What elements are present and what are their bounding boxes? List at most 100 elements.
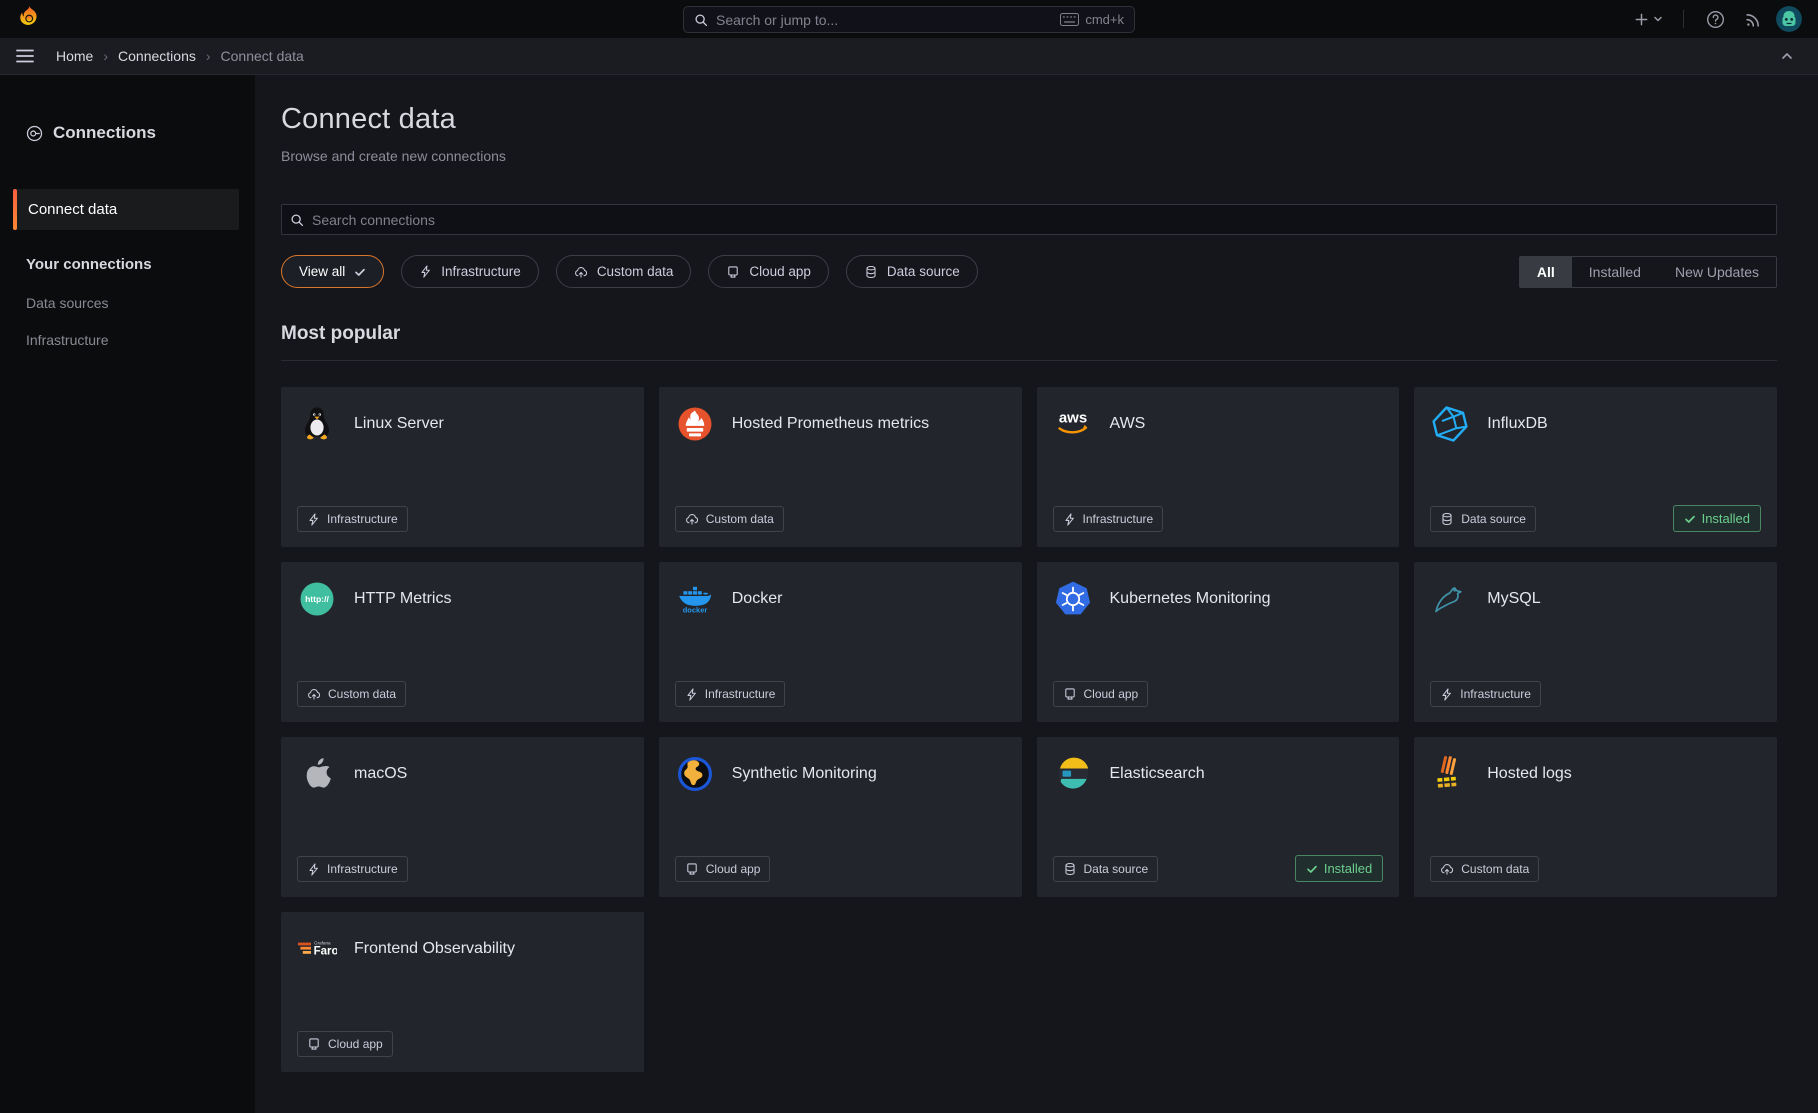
connection-card-influxdb[interactable]: InfluxDB Data source Installed bbox=[1414, 387, 1777, 547]
connection-card-linux-server[interactable]: Linux Server Infrastructure bbox=[281, 387, 644, 547]
card-tag-cloud-app: Cloud app bbox=[1053, 681, 1149, 707]
svg-text:Faro: Faro bbox=[314, 946, 337, 958]
connection-card-hosted-logs[interactable]: Hosted logs Custom data bbox=[1414, 737, 1777, 897]
connection-card-kubernetes-monitoring[interactable]: Kubernetes Monitoring Cloud app bbox=[1037, 562, 1400, 722]
news-button[interactable] bbox=[1738, 4, 1768, 34]
tag-label: Cloud app bbox=[328, 1037, 383, 1051]
breadcrumb-separator: › bbox=[103, 48, 108, 64]
section-title-most-popular: Most popular bbox=[281, 323, 1777, 361]
apple-logo-icon bbox=[297, 754, 337, 794]
news-icon bbox=[1745, 11, 1762, 28]
installed-label: Installed bbox=[1324, 861, 1372, 876]
breadcrumb: Home › Connections › Connect data bbox=[56, 48, 304, 64]
card-footer: Custom data bbox=[297, 681, 628, 707]
cloud-up-icon bbox=[685, 512, 699, 526]
toggle-option-all[interactable]: All bbox=[1520, 257, 1572, 287]
tag-label: Custom data bbox=[706, 512, 774, 526]
check-icon bbox=[1684, 513, 1696, 525]
check-icon bbox=[354, 266, 366, 278]
connections-search[interactable] bbox=[281, 204, 1777, 235]
card-footer: Infrastructure bbox=[297, 506, 628, 532]
card-tag-custom-data: Custom data bbox=[675, 506, 784, 532]
linux-logo-icon bbox=[297, 404, 337, 444]
card-tag-infrastructure: Infrastructure bbox=[297, 506, 408, 532]
connection-card-macos[interactable]: macOS Infrastructure bbox=[281, 737, 644, 897]
card-header: macOS bbox=[297, 754, 628, 794]
toggle-option-installed[interactable]: Installed bbox=[1572, 257, 1658, 287]
top-app-bar: cmd+k bbox=[0, 0, 1818, 38]
topbar-actions bbox=[1630, 4, 1802, 34]
collapse-topbar-button[interactable] bbox=[1772, 41, 1802, 71]
http-logo-icon: http:// bbox=[297, 579, 337, 619]
app-icon bbox=[685, 862, 699, 876]
prometheus-logo-icon bbox=[675, 404, 715, 444]
card-footer: Infrastructure bbox=[297, 856, 628, 882]
keyboard-icon bbox=[1060, 13, 1079, 26]
connection-card-frontend-observability[interactable]: GrafanaFaro Frontend Observability Cloud… bbox=[281, 912, 644, 1072]
new-menu-button[interactable] bbox=[1630, 4, 1667, 34]
toggle-option-new-updates[interactable]: New Updates bbox=[1658, 257, 1776, 287]
chevron-up-icon bbox=[1780, 49, 1794, 63]
connection-card-synthetic-monitoring[interactable]: Synthetic Monitoring Cloud app bbox=[659, 737, 1022, 897]
sidebar-section-your-connections: Your connections bbox=[0, 256, 255, 273]
sidebar-item-connect-data[interactable]: Connect data bbox=[13, 189, 239, 230]
installed-label: Installed bbox=[1702, 511, 1750, 526]
hamburger-icon bbox=[16, 49, 34, 63]
card-title: HTTP Metrics bbox=[354, 590, 451, 608]
connections-icon bbox=[26, 125, 43, 142]
connection-card-mysql[interactable]: MySQL Infrastructure bbox=[1414, 562, 1777, 722]
sidebar-item-data-sources[interactable]: Data sources bbox=[0, 295, 255, 311]
active-indicator bbox=[13, 189, 17, 230]
tag-label: Infrastructure bbox=[1460, 687, 1531, 701]
breadcrumb-item-home[interactable]: Home bbox=[56, 48, 93, 64]
card-tag-infrastructure: Infrastructure bbox=[297, 856, 408, 882]
section-sidebar: Connections Connect data Your connection… bbox=[0, 75, 255, 1113]
topbar-divider bbox=[1683, 10, 1684, 28]
filter-pill-infrastructure[interactable]: Infrastructure bbox=[401, 255, 539, 288]
globe-logo-icon bbox=[675, 754, 715, 794]
bolt-icon bbox=[307, 863, 320, 876]
cloud-up-icon bbox=[307, 687, 321, 701]
install-state-toggle: AllInstalledNew Updates bbox=[1519, 256, 1777, 288]
help-button[interactable] bbox=[1700, 4, 1730, 34]
search-icon bbox=[290, 213, 304, 227]
card-header: MySQL bbox=[1430, 579, 1761, 619]
search-shortcut: cmd+k bbox=[1060, 12, 1124, 27]
mega-menu-toggle[interactable] bbox=[16, 41, 34, 71]
filter-pill-data-source[interactable]: Data source bbox=[846, 255, 978, 288]
global-search-input[interactable] bbox=[716, 12, 1052, 28]
plus-icon bbox=[1634, 12, 1649, 27]
connection-card-elasticsearch[interactable]: Elasticsearch Data source Installed bbox=[1037, 737, 1400, 897]
card-title: Elasticsearch bbox=[1110, 765, 1205, 783]
breadcrumb-separator: › bbox=[206, 48, 211, 64]
tag-label: Infrastructure bbox=[327, 512, 398, 526]
cloud-up-icon bbox=[1440, 862, 1454, 876]
breadcrumb-item-connections[interactable]: Connections bbox=[118, 48, 196, 64]
filter-pill-view-all[interactable]: View all bbox=[281, 255, 384, 288]
connection-card-aws[interactable]: aws AWS Infrastructure bbox=[1037, 387, 1400, 547]
card-tag-data-source: Data source bbox=[1430, 506, 1536, 532]
tag-label: Infrastructure bbox=[327, 862, 398, 876]
tag-label: Infrastructure bbox=[1083, 512, 1154, 526]
search-icon bbox=[694, 13, 708, 27]
card-header: Hosted logs bbox=[1430, 754, 1761, 794]
filter-pill-cloud-app[interactable]: Cloud app bbox=[708, 255, 829, 288]
card-tag-custom-data: Custom data bbox=[1430, 856, 1539, 882]
connections-search-input[interactable] bbox=[312, 212, 1768, 228]
sidebar-item-infrastructure[interactable]: Infrastructure bbox=[0, 332, 255, 348]
breadcrumb-bar: Home › Connections › Connect data bbox=[0, 38, 1818, 75]
connection-card-hosted-prometheus-metrics[interactable]: Hosted Prometheus metrics Custom data bbox=[659, 387, 1022, 547]
connection-card-http-metrics[interactable]: http:// HTTP Metrics Custom data bbox=[281, 562, 644, 722]
tag-label: Custom data bbox=[328, 687, 396, 701]
global-search[interactable]: cmd+k bbox=[683, 6, 1135, 33]
grafana-logo-icon[interactable] bbox=[16, 6, 42, 32]
aws-logo-icon: aws bbox=[1053, 404, 1093, 444]
db-icon bbox=[1063, 862, 1077, 876]
filter-pill-custom-data[interactable]: Custom data bbox=[556, 255, 692, 288]
card-title: AWS bbox=[1110, 415, 1146, 433]
bolt-icon bbox=[307, 513, 320, 526]
card-title: Docker bbox=[732, 590, 783, 608]
user-avatar[interactable] bbox=[1776, 6, 1802, 32]
breadcrumb-item-connect-data: Connect data bbox=[221, 48, 304, 64]
connection-card-docker[interactable]: docker Docker Infrastructure bbox=[659, 562, 1022, 722]
